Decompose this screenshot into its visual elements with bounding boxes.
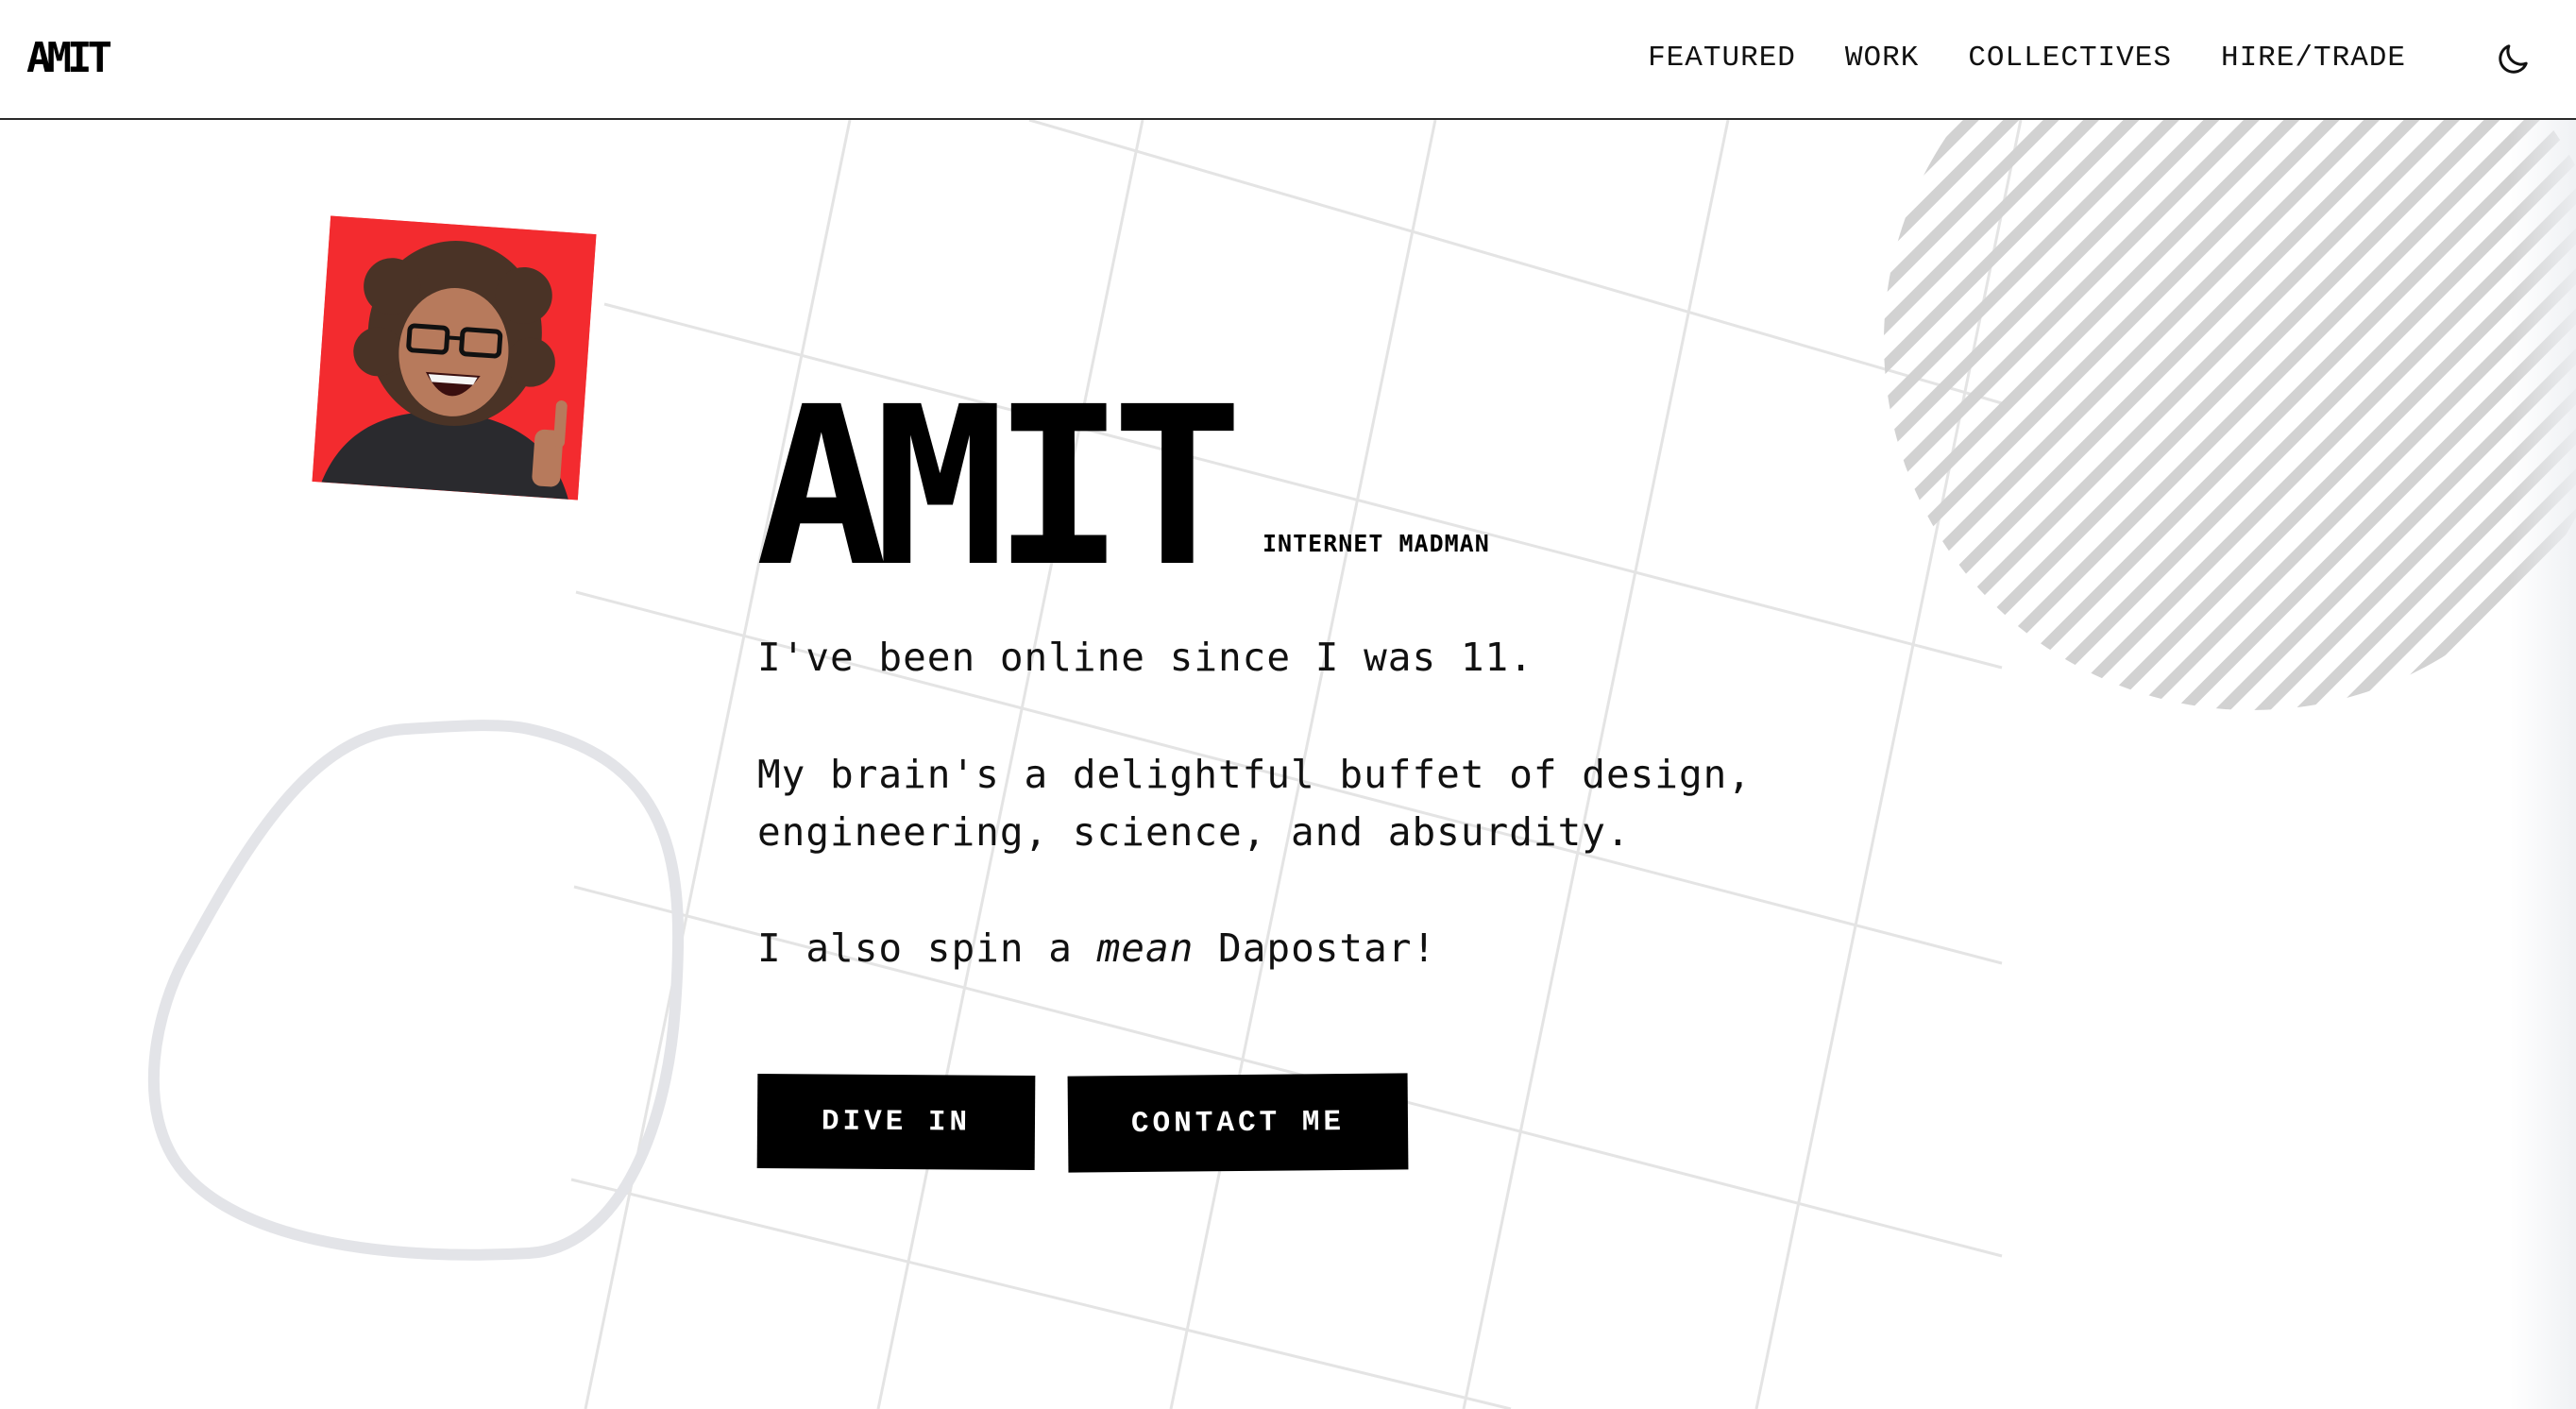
bio-line-1: I've been online since I was 11.: [757, 635, 1534, 680]
bio-line-3-before: I also spin a: [757, 925, 1097, 971]
nav-link-hire-trade[interactable]: HIRE/TRADE: [2221, 28, 2406, 89]
page: AMIT FEATURED WORK COLLECTIVES HIRE/TRAD…: [0, 0, 2576, 1409]
avatar: [312, 215, 597, 501]
right-edge-fade: [2510, 120, 2576, 1409]
theme-toggle-button[interactable]: [2489, 36, 2536, 83]
profile-photo: [312, 215, 597, 501]
dive-in-button[interactable]: DIVE IN: [756, 1073, 1036, 1171]
blob-outline: [147, 720, 685, 1261]
moon-icon: [2499, 44, 2528, 74]
bio-line-2b: engineering, science, and absurdity.: [757, 809, 1631, 855]
hero-subtitle: INTERNET MADMAN: [1263, 530, 1490, 557]
nav-link-collectives[interactable]: COLLECTIVES: [1968, 28, 2172, 89]
bio-paragraph-2: My brain's a delightful buffet of design…: [757, 746, 1752, 861]
nav-link-work[interactable]: WORK: [1845, 28, 1919, 89]
bio-paragraph-3: I also spin a mean Dapostar!: [757, 920, 1436, 977]
hero-title: AMIT: [755, 360, 1244, 615]
main-nav: FEATURED WORK COLLECTIVES HIRE/TRADE: [1648, 28, 2406, 89]
nav-link-featured[interactable]: FEATURED: [1648, 28, 1796, 89]
site-header: AMIT FEATURED WORK COLLECTIVES HIRE/TRAD…: [0, 0, 2576, 120]
contact-me-button[interactable]: CONTACT ME: [1067, 1073, 1409, 1173]
hatched-circle: [1884, 120, 2576, 710]
bio-emphasis: mean: [1096, 925, 1195, 971]
bio-line-2a: My brain's a delightful buffet of design…: [757, 752, 1753, 797]
site-logo[interactable]: AMIT: [26, 28, 112, 89]
bio-line-3-after: Dapostar!: [1194, 925, 1437, 971]
